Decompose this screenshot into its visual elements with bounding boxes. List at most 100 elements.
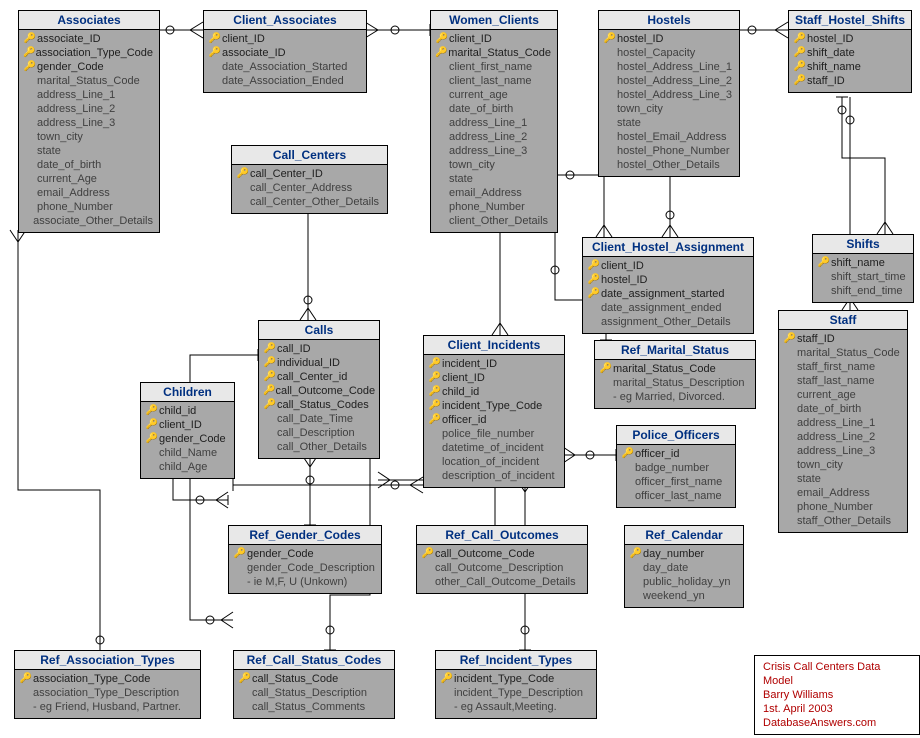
entity-column: date_Association_Ended — [208, 74, 360, 88]
pk-icon: 🔑 — [236, 167, 250, 181]
entity-column: datetime_of_incident — [428, 441, 558, 455]
entity-column: 🔑gender_Code — [233, 547, 375, 561]
column-name: incident_ID — [442, 357, 497, 371]
credit-line: 1st. April 2003 — [763, 702, 911, 716]
column-name: marital_Status_Code — [797, 346, 900, 360]
column-name: public_holiday_yn — [643, 575, 730, 589]
entity-title: Staff — [779, 311, 907, 330]
column-name: hostel_ID — [601, 273, 647, 287]
pf-icon: 🔑 — [587, 259, 601, 273]
entity-column: marital_Status_Code — [23, 74, 153, 88]
entity-column: staff_first_name — [783, 360, 901, 374]
entity-column: gender_Code_Description — [233, 561, 375, 575]
entity-column: 🔑association_Type_Code — [23, 46, 153, 60]
column-name: call_Status_Code — [252, 672, 338, 686]
entity-title: Ref_Association_Types — [15, 651, 200, 670]
column-name: address_Line_2 — [797, 430, 875, 444]
entity-column: hostel_Phone_Number — [603, 144, 733, 158]
column-name: hostel_Phone_Number — [617, 144, 730, 158]
entity-column: address_Line_3 — [23, 116, 153, 130]
entity-column: address_Line_2 — [435, 130, 551, 144]
entity-column: client_last_name — [435, 74, 551, 88]
entity-title: Hostels — [599, 11, 739, 30]
column-name: address_Line_1 — [449, 116, 527, 130]
entity-column: call_Center_Other_Details — [236, 195, 381, 209]
entity-column: 🔑officer_id — [621, 447, 729, 461]
column-name: - eg Married, Divorced. — [613, 390, 725, 404]
column-name: call_Status_Description — [252, 686, 367, 700]
entity-police-officers: Police_Officers 🔑officer_idbadge_numbero… — [616, 425, 736, 508]
entity-column: state — [783, 472, 901, 486]
fk-icon: 🔑 — [793, 46, 807, 60]
entity-staff-hostel-shifts: Staff_Hostel_Shifts 🔑hostel_ID🔑shift_dat… — [788, 10, 912, 93]
entity-title: Client_Associates — [204, 11, 366, 30]
entity-title: Shifts — [813, 235, 913, 254]
entity-column: hostel_Address_Line_3 — [603, 88, 733, 102]
column-name: hostel_Address_Line_3 — [617, 88, 732, 102]
entity-column: public_holiday_yn — [629, 575, 737, 589]
entity-column: 🔑call_ID — [263, 342, 373, 356]
entity-column: shift_end_time — [817, 284, 907, 298]
column-name: hostel_Address_Line_1 — [617, 60, 732, 74]
column-name: date_of_birth — [797, 402, 861, 416]
entity-column: officer_first_name — [621, 475, 729, 489]
column-name: associate_ID — [222, 46, 286, 60]
entity-column: 🔑call_Outcome_Code — [263, 384, 373, 398]
column-name: address_Line_2 — [449, 130, 527, 144]
entity-column: state — [603, 116, 733, 130]
column-name: client_Other_Details — [449, 214, 548, 228]
column-name: current_age — [449, 88, 508, 102]
entity-client-hostel-assignment: Client_Hostel_Assignment 🔑client_ID🔑host… — [582, 237, 754, 334]
entity-body: 🔑call_Outcome_Codecall_Outcome_Descripti… — [417, 545, 587, 593]
entity-column: 🔑staff_ID — [783, 332, 901, 346]
fk-icon: 🔑 — [23, 46, 36, 60]
credit-line: Crisis Call Centers Data Model — [763, 660, 911, 688]
column-name: hostel_ID — [617, 32, 663, 46]
credit-line: Barry Williams — [763, 688, 911, 702]
entity-column: 🔑shift_name — [793, 60, 905, 74]
entity-column: hostel_Other_Details — [603, 158, 733, 172]
column-name: association_Type_Description — [33, 686, 179, 700]
entity-column: 🔑shift_name — [817, 256, 907, 270]
column-name: staff_Other_Details — [797, 514, 891, 528]
column-name: town_city — [449, 158, 495, 172]
pk-icon: 🔑 — [599, 362, 613, 376]
column-name: address_Line_1 — [37, 88, 115, 102]
entity-column: town_city — [603, 102, 733, 116]
column-name: email_Address — [449, 186, 522, 200]
pk-icon: 🔑 — [238, 672, 252, 686]
column-name: association_Type_Code — [33, 672, 150, 686]
entity-body: 🔑marital_Status_Codemarital_Status_Descr… — [595, 360, 755, 408]
entity-column: 🔑incident_Type_Code — [428, 399, 558, 413]
column-name: individual_ID — [277, 356, 340, 370]
entity-column: client_first_name — [435, 60, 551, 74]
column-name: call_Outcome_Description — [435, 561, 563, 575]
column-name: date_of_birth — [449, 102, 513, 116]
entity-hostels: Hostels 🔑hostel_IDhostel_Capacityhostel_… — [598, 10, 740, 177]
entity-column: 🔑client_ID — [208, 32, 360, 46]
entity-column: current_Age — [23, 172, 153, 186]
fk-icon: 🔑 — [428, 385, 442, 399]
fk-icon: 🔑 — [435, 46, 448, 60]
column-name: - eg Friend, Husband, Partner. — [33, 700, 181, 714]
entity-column: phone_Number — [435, 200, 551, 214]
column-name: shift_name — [831, 256, 885, 270]
column-name: client_ID — [601, 259, 644, 273]
entity-column: call_Other_Details — [263, 440, 373, 454]
entity-column: marital_Status_Code — [783, 346, 901, 360]
column-name: badge_number — [635, 461, 709, 475]
entity-column: 🔑gender_Code — [23, 60, 153, 74]
column-name: address_Line_3 — [37, 116, 115, 130]
entity-column: marital_Status_Description — [599, 376, 749, 390]
column-name: child_Name — [159, 446, 217, 460]
column-name: day_date — [643, 561, 688, 575]
entity-column: location_of_incident — [428, 455, 558, 469]
entity-body: 🔑call_Center_IDcall_Center_Addresscall_C… — [232, 165, 387, 213]
entity-column: state — [23, 144, 153, 158]
column-name: client_ID — [159, 418, 202, 432]
column-name: state — [617, 116, 641, 130]
entity-column: current_age — [783, 388, 901, 402]
column-name: marital_Status_Description — [613, 376, 744, 390]
entity-column: address_Line_2 — [783, 430, 901, 444]
pk-icon: 🔑 — [440, 672, 454, 686]
